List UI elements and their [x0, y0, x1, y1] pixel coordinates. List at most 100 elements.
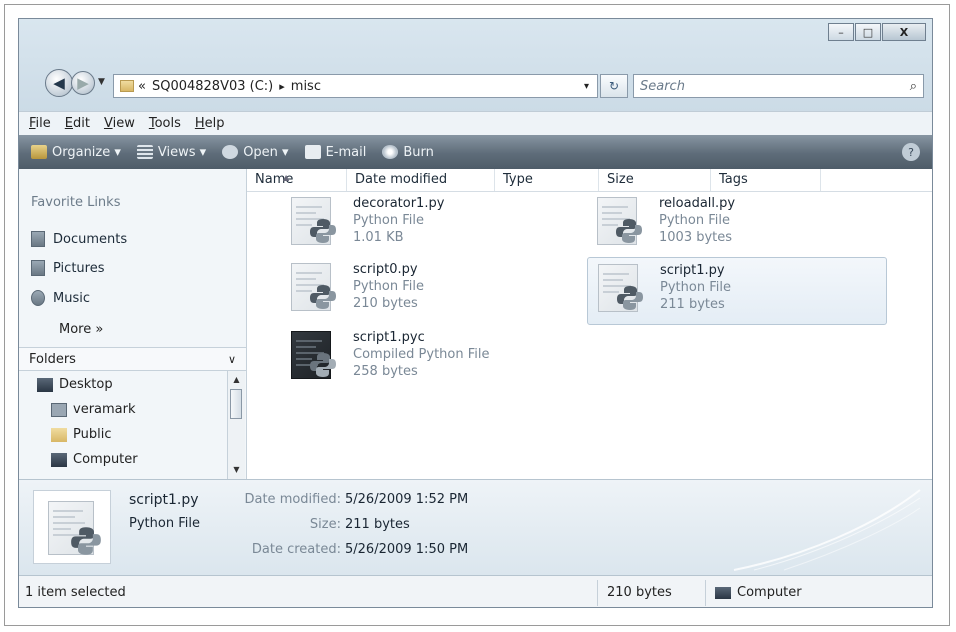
folder-tree: Desktop veramark Public Computer	[19, 371, 247, 479]
details-date-modified[interactable]: 5/26/2009 1:52 PM	[345, 492, 468, 507]
organize-icon	[31, 145, 47, 159]
recent-pages-dropdown[interactable]: ▼	[98, 77, 105, 87]
breadcrumb-separator-icon[interactable]: ▸	[279, 80, 285, 93]
python-file-icon	[594, 262, 652, 316]
tree-item-veramark[interactable]: veramark	[51, 402, 136, 417]
file-size: 211 bytes	[660, 297, 725, 312]
chevron-down-icon[interactable]: ▾	[584, 81, 589, 92]
envelope-icon	[304, 145, 321, 159]
file-type: Python File	[659, 213, 730, 228]
file-type: Python File	[353, 213, 424, 228]
file-size: 258 bytes	[353, 364, 418, 379]
email-button[interactable]: E-mail	[304, 144, 367, 160]
status-location: Computer	[715, 585, 802, 600]
column-date-modified[interactable]: Date modified	[347, 169, 495, 191]
email-label: E-mail	[325, 144, 367, 160]
menu-file[interactable]: File	[29, 116, 51, 131]
tree-item-desktop[interactable]: Desktop	[37, 377, 113, 392]
organize-label: Organize ▾	[52, 144, 121, 160]
nav-link-documents[interactable]: Documents	[31, 231, 127, 247]
scroll-thumb[interactable]	[230, 389, 242, 419]
more-links[interactable]: More »	[59, 322, 103, 337]
computer-icon	[51, 452, 67, 467]
views-button[interactable]: Views ▾	[136, 144, 207, 160]
pictures-icon	[31, 260, 45, 276]
file-type: Python File	[353, 279, 424, 294]
menu-edit[interactable]: Edit	[65, 116, 90, 131]
details-date-modified-label: Date modified:	[244, 492, 341, 507]
back-button[interactable]: ◀	[45, 69, 73, 97]
caption-buttons: – □ X	[828, 23, 926, 41]
documents-icon	[31, 231, 45, 247]
details-date-created[interactable]: 5/26/2009 1:50 PM	[345, 542, 468, 557]
address-folder[interactable]: misc	[291, 79, 321, 94]
open-button[interactable]: Open ▾	[222, 144, 289, 160]
python-file-icon	[33, 490, 111, 564]
file-name: script0.py	[353, 262, 418, 277]
column-name[interactable]: ▲ Name	[247, 169, 347, 191]
column-size[interactable]: Size	[599, 169, 711, 191]
scroll-up-icon[interactable]: ▲	[228, 373, 245, 387]
minimize-button[interactable]: –	[828, 23, 854, 41]
views-label: Views ▾	[157, 144, 207, 160]
menu-help[interactable]: Help	[195, 116, 225, 131]
nav-link-music[interactable]: Music	[31, 290, 90, 306]
status-divider	[597, 580, 598, 606]
arrow-right-icon: ▶	[77, 74, 89, 92]
music-icon	[31, 290, 45, 306]
refresh-button[interactable]: ↻	[600, 74, 628, 98]
file-item[interactable]: decorator1.py Python File 1.01 KB	[287, 195, 507, 257]
file-name: reloadall.py	[659, 196, 736, 211]
sort-arrow-icon: ▲	[283, 173, 290, 182]
search-input[interactable]: Search ⌕	[633, 74, 924, 98]
file-item-selected[interactable]: script1.py Python File 211 bytes	[587, 257, 887, 325]
explorer-window: – □ X ◀ ▶ ▼ « SQ004828V03 (C:) ▸ misc ▾ …	[18, 18, 933, 608]
file-item[interactable]: script1.pyc Compiled Python File 258 byt…	[287, 329, 547, 391]
burn-button[interactable]: Burn	[382, 145, 434, 160]
decorative-swoosh	[733, 489, 921, 571]
menu-view[interactable]: View	[104, 116, 135, 131]
address-bar[interactable]: « SQ004828V03 (C:) ▸ misc ▾	[113, 74, 598, 98]
file-item[interactable]: reloadall.py Python File 1003 bytes	[593, 195, 823, 257]
details-size-label: Size:	[309, 517, 341, 532]
scroll-down-icon[interactable]: ▼	[228, 463, 245, 477]
close-button[interactable]: X	[882, 23, 926, 41]
column-type[interactable]: Type	[495, 169, 599, 191]
tree-item-computer[interactable]: Computer	[51, 452, 138, 467]
user-folder-icon	[51, 402, 67, 417]
tree-scrollbar[interactable]: ▲ ▼	[227, 371, 245, 479]
compiled-python-file-icon	[287, 329, 345, 383]
tree-item-public[interactable]: Public	[51, 427, 111, 442]
nav-link-pictures[interactable]: Pictures	[31, 260, 104, 276]
forward-button[interactable]: ▶	[71, 71, 95, 95]
open-label: Open ▾	[243, 144, 289, 160]
python-file-icon	[287, 195, 345, 249]
desktop-icon	[37, 377, 53, 392]
navigation-pane: Favorite Links Documents Pictures Music …	[19, 169, 247, 479]
maximize-button[interactable]: □	[855, 23, 881, 41]
python-file-icon	[287, 261, 345, 315]
help-icon[interactable]: ?	[902, 143, 920, 161]
column-headers: ▲ Name Date modified Type Size Tags	[247, 169, 932, 192]
column-tags[interactable]: Tags	[711, 169, 821, 191]
folder-icon	[51, 427, 67, 442]
details-date-created-label: Date created:	[251, 542, 341, 557]
python-open-icon	[222, 145, 239, 159]
file-list-pane: ▲ Name Date modified Type Size Tags deco…	[247, 169, 932, 479]
favorite-links-title: Favorite Links	[31, 195, 121, 210]
chevron-down-icon[interactable]: ∨	[228, 353, 236, 366]
file-name: script1.pyc	[353, 330, 425, 345]
address-drive[interactable]: SQ004828V03 (C:)	[152, 79, 273, 94]
folders-header[interactable]: Folders ∨	[19, 347, 246, 371]
file-name: script1.py	[660, 263, 725, 278]
file-type: Python File	[660, 280, 731, 295]
search-icon[interactable]: ⌕	[910, 79, 917, 94]
address-overflow[interactable]: «	[138, 79, 146, 94]
details-size: 211 bytes	[345, 517, 410, 532]
arrow-left-icon: ◀	[53, 74, 65, 92]
burn-label: Burn	[403, 144, 434, 160]
folder-icon	[120, 80, 134, 92]
organize-button[interactable]: Organize ▾	[31, 145, 121, 160]
menu-tools[interactable]: Tools	[149, 116, 181, 131]
file-item[interactable]: script0.py Python File 210 bytes	[287, 261, 507, 323]
